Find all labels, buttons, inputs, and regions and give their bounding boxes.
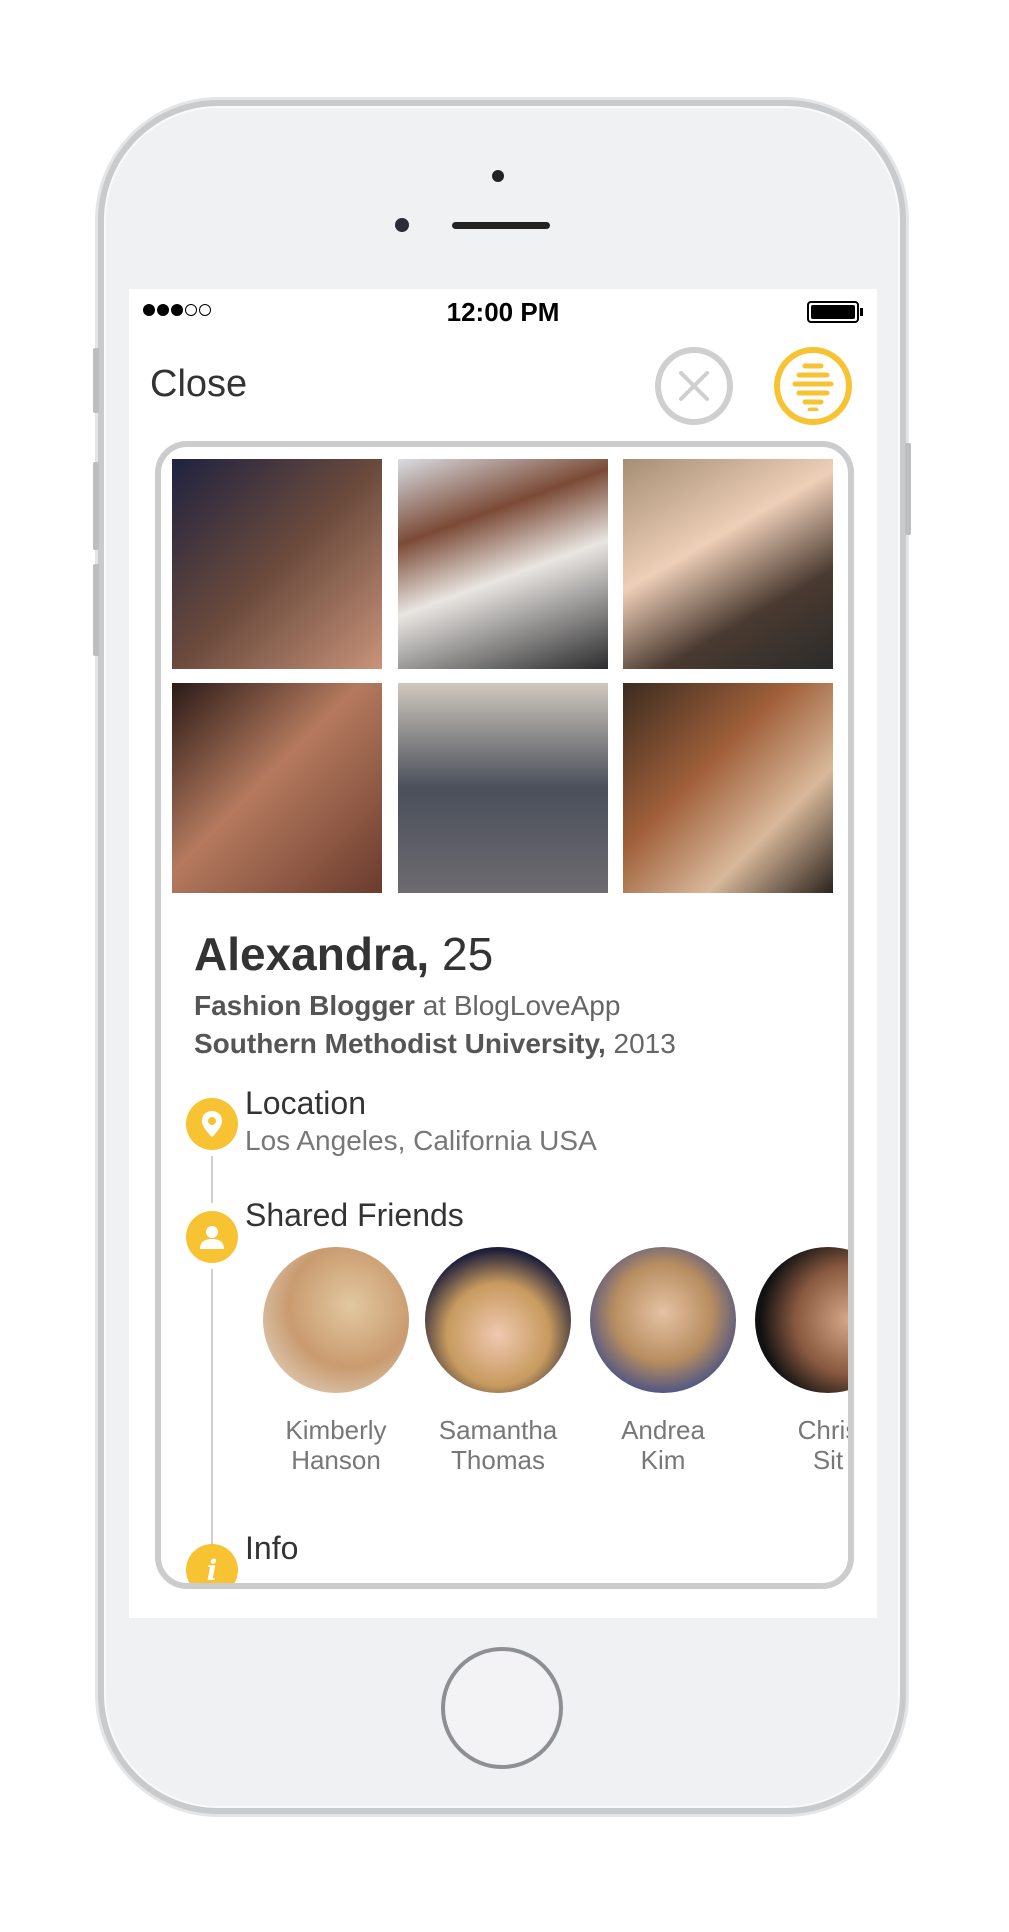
info-icon: i — [186, 1544, 238, 1583]
job-connector: at — [422, 990, 447, 1021]
friend-last-name: Thomas — [451, 1445, 545, 1475]
proximity-sensor — [492, 170, 504, 182]
name-text: Alexandra, — [194, 928, 430, 980]
power-button — [905, 443, 911, 535]
friend-first-name: Samantha — [438, 1415, 558, 1445]
screen: 12:00 PM Close Alexandra, 25 Fashion Blo… — [129, 289, 877, 1618]
volume-up-button — [93, 462, 99, 550]
volume-down-button — [93, 564, 99, 656]
profile-school: Southern Methodist University, 2013 — [194, 1028, 676, 1060]
friend-last-name: Sit — [812, 1445, 844, 1475]
info-title: Info — [245, 1530, 299, 1566]
status-time: 12:00 PM — [446, 297, 560, 327]
profile-photo-3[interactable] — [623, 459, 833, 669]
profile-photo-1[interactable] — [172, 459, 382, 669]
beehive-icon — [792, 363, 834, 411]
friend-item[interactable]: Kimberly Hanson — [263, 1247, 409, 1475]
school: Southern Methodist University, — [194, 1028, 606, 1059]
profile-card: Alexandra, 25 Fashion Blogger at BlogLov… — [155, 441, 854, 1589]
location-value: Los Angeles, California USA — [245, 1125, 597, 1156]
front-camera — [395, 218, 409, 232]
mute-switch — [93, 348, 99, 413]
battery-tip — [860, 308, 863, 316]
age-text: 25 — [442, 928, 494, 980]
speaker-slot — [452, 222, 550, 229]
friend-item[interactable]: Andrea Kim — [590, 1247, 736, 1475]
home-button[interactable] — [441, 1647, 563, 1769]
profile-name: Alexandra, 25 — [194, 927, 493, 981]
x-circle-icon — [679, 371, 709, 401]
friend-item[interactable]: Samantha Thomas — [425, 1247, 571, 1475]
friend-last-name: Kim — [640, 1445, 686, 1475]
friend-avatar — [590, 1247, 736, 1393]
battery-icon — [807, 301, 859, 323]
friend-first-name: Kimberly — [285, 1415, 387, 1445]
like-button[interactable] — [774, 347, 852, 425]
friend-avatar — [425, 1247, 571, 1393]
company: BlogLoveApp — [453, 990, 621, 1021]
timeline-line — [211, 1156, 213, 1203]
job-title: Fashion Blogger — [194, 990, 415, 1021]
friend-last-name: Hanson — [291, 1445, 381, 1475]
profile-photo-4[interactable] — [172, 683, 382, 893]
profile-photo-6[interactable] — [623, 683, 833, 893]
map-pin-icon — [186, 1098, 238, 1150]
close-button[interactable]: Close — [150, 363, 247, 406]
dismiss-button[interactable] — [655, 347, 733, 425]
profile-photo-5[interactable] — [398, 683, 608, 893]
friend-first-name: Chris — [797, 1415, 854, 1445]
friend-avatar — [263, 1247, 409, 1393]
friend-item[interactable]: Chris Sit — [755, 1247, 854, 1475]
friend-first-name: Andrea — [621, 1415, 705, 1445]
location-title: Location — [245, 1085, 366, 1121]
profile-photo-2[interactable] — [398, 459, 608, 669]
profile-job: Fashion Blogger at BlogLoveApp — [194, 990, 620, 1022]
shared-friends-title: Shared Friends — [245, 1197, 464, 1233]
friend-avatar — [755, 1247, 848, 1393]
school-year: 2013 — [613, 1028, 676, 1059]
user-icon — [186, 1211, 238, 1263]
timeline-line — [211, 1269, 213, 1583]
